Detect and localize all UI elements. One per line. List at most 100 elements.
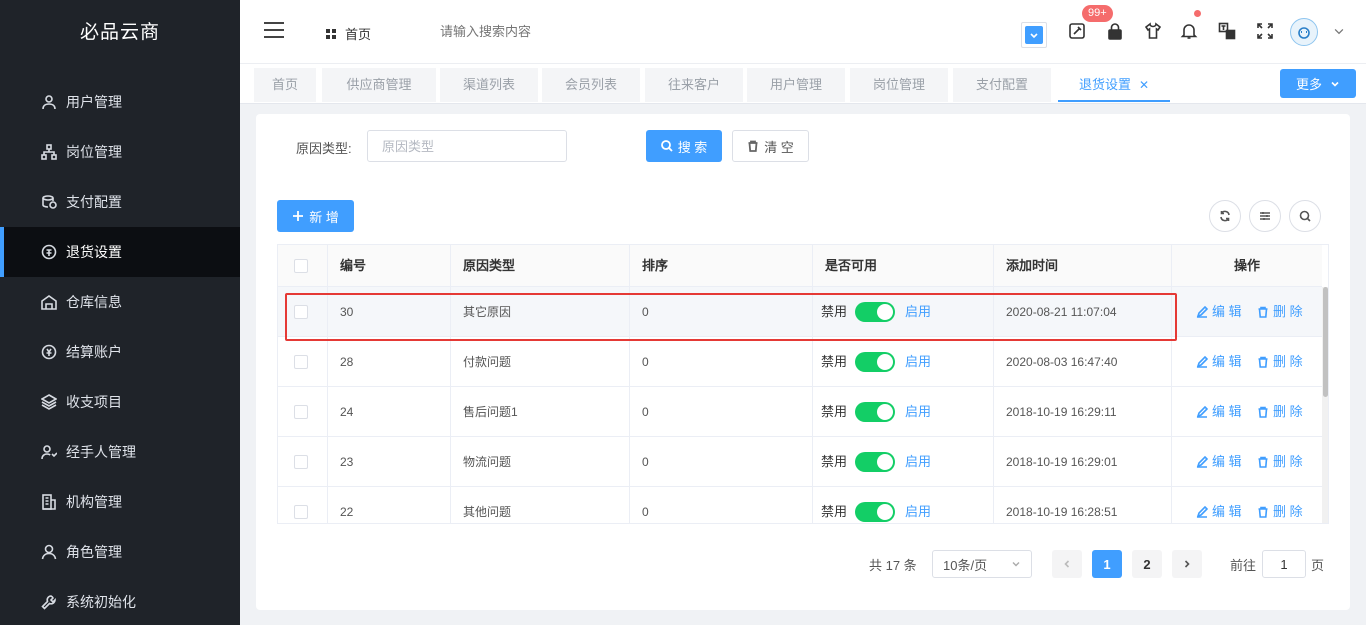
toggle-search-button[interactable] xyxy=(1289,200,1321,232)
chevron-down-icon[interactable] xyxy=(1328,20,1350,42)
enabled-switch[interactable] xyxy=(855,452,896,472)
tab-user-management[interactable]: 用户管理 xyxy=(747,68,845,102)
coins-icon xyxy=(40,193,58,211)
clear-button[interactable]: 清 空 xyxy=(732,130,809,162)
row-checkbox[interactable] xyxy=(294,305,308,319)
edit-button[interactable]: 编 辑 xyxy=(1196,437,1242,487)
cell-id: 28 xyxy=(328,337,451,387)
translate-icon[interactable] xyxy=(1216,20,1238,42)
sidebar-item-users[interactable]: 用户管理 xyxy=(0,77,240,127)
edit-icon xyxy=(1196,306,1208,318)
switch-on-label: 启用 xyxy=(905,454,932,469)
tab-channel-list[interactable]: 渠道列表 xyxy=(440,68,538,102)
enabled-switch[interactable] xyxy=(855,402,896,422)
cell-enabled: 禁用 启用 xyxy=(813,387,994,437)
sidebar-item-positions[interactable]: 岗位管理 xyxy=(0,127,240,177)
switch-off-label: 禁用 xyxy=(821,404,848,419)
delete-label: 删 除 xyxy=(1272,304,1303,319)
reason-type-input[interactable] xyxy=(367,130,567,162)
prev-page-button[interactable] xyxy=(1052,550,1082,578)
tab-home[interactable]: 首页 xyxy=(254,68,316,102)
delete-button[interactable]: 删 除 xyxy=(1257,287,1303,337)
cell-actions: 编 辑 删 除 xyxy=(1172,287,1322,337)
sidebar-item-warehouse[interactable]: 仓库信息 xyxy=(0,277,240,327)
delete-button[interactable]: 删 除 xyxy=(1257,337,1303,387)
next-page-button[interactable] xyxy=(1172,550,1202,578)
layout-select-icon[interactable] xyxy=(1021,22,1047,48)
delete-button[interactable]: 删 除 xyxy=(1257,387,1303,437)
table-row: 23 物流问题 0 禁用 启用 2018-10-19 16:29:01 编 辑 … xyxy=(278,437,1322,487)
cell-enabled: 禁用 启用 xyxy=(813,287,994,337)
row-checkbox[interactable] xyxy=(294,355,308,369)
tools-icon[interactable] xyxy=(1066,20,1088,42)
row-checkbox[interactable] xyxy=(294,505,308,519)
sidebar-item-label: 角色管理 xyxy=(66,544,122,560)
cell-sort: 0 xyxy=(630,337,813,387)
tab-return-settings[interactable]: 退货设置 ✕ xyxy=(1058,68,1170,102)
switch-on-label: 启用 xyxy=(905,404,932,419)
role-icon xyxy=(40,543,58,561)
header-reason-type: 原因类型 xyxy=(451,245,630,287)
table-row: 28 付款问题 0 禁用 启用 2020-08-03 16:47:40 编 辑 … xyxy=(278,337,1322,387)
search-button[interactable]: 搜 索 xyxy=(646,130,722,162)
tab-position-management[interactable]: 岗位管理 xyxy=(850,68,948,102)
return-icon xyxy=(40,243,58,261)
cell-added-time: 2020-08-21 11:07:04 xyxy=(994,287,1172,337)
enabled-switch[interactable] xyxy=(855,352,896,372)
row-checkbox[interactable] xyxy=(294,405,308,419)
close-icon[interactable]: ✕ xyxy=(1139,78,1149,92)
sidebar-item-payment[interactable]: 支付配置 xyxy=(0,177,240,227)
avatar[interactable] xyxy=(1290,18,1318,46)
tab-member-list[interactable]: 会员列表 xyxy=(542,68,640,102)
refresh-button[interactable] xyxy=(1209,200,1241,232)
fullscreen-icon[interactable] xyxy=(1254,20,1276,42)
sidebar-item-settlement[interactable]: 结算账户 xyxy=(0,327,240,377)
tab-supplier-management[interactable]: 供应商管理 xyxy=(322,68,436,102)
scrollbar-thumb[interactable] xyxy=(1323,287,1328,397)
chevron-left-icon xyxy=(1064,560,1070,568)
sidebar-item-return-settings[interactable]: 退货设置 xyxy=(0,227,240,277)
chevron-down-icon xyxy=(1012,562,1020,567)
row-select-cell xyxy=(278,287,328,337)
delete-button[interactable]: 删 除 xyxy=(1257,437,1303,487)
page-button-1[interactable]: 1 xyxy=(1092,550,1122,578)
goto-page-input[interactable]: 1 xyxy=(1262,550,1306,578)
enabled-switch[interactable] xyxy=(855,302,896,322)
tab-payment-config[interactable]: 支付配置 xyxy=(953,68,1051,102)
column-settings-button[interactable] xyxy=(1249,200,1281,232)
goto-label: 前往 xyxy=(1230,557,1257,573)
theme-shirt-icon[interactable] xyxy=(1142,20,1164,42)
edit-button[interactable]: 编 辑 xyxy=(1196,387,1242,437)
select-all-checkbox[interactable] xyxy=(294,259,308,273)
page-button-2[interactable]: 2 xyxy=(1132,550,1162,578)
delete-button[interactable]: 删 除 xyxy=(1257,487,1303,523)
edit-button[interactable]: 编 辑 xyxy=(1196,487,1242,523)
sidebar-item-system-init[interactable]: 系统初始化 xyxy=(0,577,240,625)
breadcrumb-home[interactable]: 首页 xyxy=(326,24,371,43)
enabled-switch[interactable] xyxy=(855,502,896,522)
add-button[interactable]: 新 增 xyxy=(277,200,354,232)
cell-added-time: 2018-10-19 16:28:51 xyxy=(994,487,1172,523)
bell-icon[interactable] xyxy=(1178,20,1200,42)
more-tabs-button[interactable]: 更多 xyxy=(1280,69,1356,98)
sidebar-item-organizations[interactable]: 机构管理 xyxy=(0,477,240,527)
page-size-select[interactable]: 10条/页 xyxy=(932,550,1032,578)
brand-logo: 必品云商 xyxy=(79,22,160,43)
sidebar-item-handlers[interactable]: 经手人管理 xyxy=(0,427,240,477)
delete-label: 删 除 xyxy=(1272,404,1303,419)
edit-button[interactable]: 编 辑 xyxy=(1196,287,1242,337)
tab-customers[interactable]: 往来客户 xyxy=(645,68,743,102)
row-select-cell xyxy=(278,387,328,437)
sidebar-item-income-expense[interactable]: 收支项目 xyxy=(0,377,240,427)
header-search-input[interactable] xyxy=(440,24,640,39)
row-checkbox[interactable] xyxy=(294,455,308,469)
trash-icon xyxy=(1258,506,1268,518)
table-scrollbar[interactable] xyxy=(1322,287,1328,523)
edit-button[interactable]: 编 辑 xyxy=(1196,337,1242,387)
trash-icon xyxy=(1258,306,1268,318)
lock-icon[interactable] xyxy=(1104,20,1126,42)
layers-icon xyxy=(40,393,58,411)
cell-added-time: 2020-08-03 16:47:40 xyxy=(994,337,1172,387)
sidebar-item-roles[interactable]: 角色管理 xyxy=(0,527,240,577)
menu-toggle-icon[interactable] xyxy=(264,22,284,38)
